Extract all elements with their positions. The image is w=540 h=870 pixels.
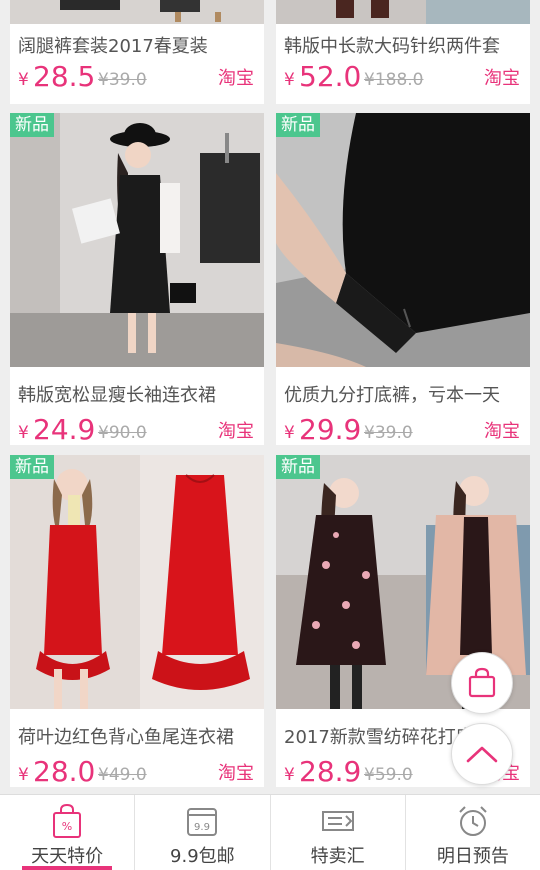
product-card[interactable]: 新品 荷叶边红色背心鱼尾连衣裙 ¥ 28.0 ¥49.0 淘宝 — [10, 455, 264, 789]
tab-flash-sale[interactable]: 特卖汇 — [271, 795, 406, 870]
bottom-tab-bar: % 天天特价 9.9 9.9包邮 特卖汇 明日预告 — [0, 794, 540, 870]
original-price: ¥39.0 — [364, 423, 413, 443]
new-badge: 新品 — [276, 113, 320, 137]
price-row: ¥ 28.5 ¥39.0 淘宝 — [18, 60, 258, 94]
product-image[interactable]: 新品 — [10, 455, 264, 709]
tab-label: 特卖汇 — [310, 846, 365, 867]
price: 52.0 — [299, 60, 362, 93]
original-price: ¥188.0 — [364, 70, 424, 90]
product-image[interactable]: 新品 — [10, 113, 264, 367]
price-row: ¥ 28.0 ¥49.0 淘宝 — [18, 755, 258, 789]
original-price: ¥59.0 — [364, 765, 413, 785]
price-row: ¥ 52.0 ¥188.0 淘宝 — [284, 60, 524, 94]
product-title[interactable]: 阔腿裤套装2017春夏装 — [18, 32, 258, 58]
app-screen: 阔腿裤套装2017春夏装 ¥ 28.5 ¥39.0 淘宝 韩版中长款大码针织两件… — [0, 0, 540, 870]
tab-label: 天天特价 — [31, 846, 104, 867]
price-row: ¥ 24.9 ¥90.0 淘宝 — [18, 413, 258, 447]
currency-symbol: ¥ — [284, 70, 295, 90]
product-title[interactable]: 韩版宽松显瘦长袖连衣裙 — [18, 381, 258, 407]
price: 28.5 — [33, 60, 96, 93]
chevron-up-icon — [466, 746, 498, 763]
tab-label: 9.9包邮 — [170, 846, 235, 867]
percent-bag-icon: % — [53, 803, 82, 838]
product-card[interactable]: 韩版中长款大码针织两件套 ¥ 52.0 ¥188.0 淘宝 — [276, 0, 530, 104]
product-image[interactable]: 新品 — [276, 113, 530, 367]
cart-float-button[interactable] — [451, 652, 513, 714]
price: 24.9 — [33, 413, 96, 446]
active-tab-indicator — [22, 866, 113, 870]
tab-daily-deals[interactable]: % 天天特价 — [0, 795, 136, 870]
source-label: 淘宝 — [484, 68, 520, 89]
original-price: ¥39.0 — [98, 70, 147, 90]
tab-tomorrow-preview[interactable]: 明日预告 — [406, 795, 540, 870]
source-label: 淘宝 — [218, 421, 254, 442]
price-row: ¥ 29.9 ¥39.0 淘宝 — [284, 413, 524, 447]
currency-symbol: ¥ — [284, 765, 295, 785]
product-card[interactable]: 新品 韩版宽松显瘦长袖连衣裙 ¥ 24.9 ¥90.0 淘宝 — [10, 113, 264, 447]
price: 29.9 — [299, 413, 362, 446]
tab-label: 明日预告 — [436, 846, 509, 867]
source-label: 淘宝 — [484, 421, 520, 442]
currency-symbol: ¥ — [284, 423, 295, 443]
ticket-icon — [321, 811, 354, 831]
box-9-9-icon: 9.9 — [187, 808, 218, 836]
new-badge: 新品 — [10, 455, 54, 479]
product-image[interactable] — [10, 0, 264, 24]
currency-symbol: ¥ — [18, 765, 29, 785]
price: 28.9 — [299, 755, 362, 788]
original-price: ¥90.0 — [98, 423, 147, 443]
new-badge: 新品 — [276, 455, 320, 479]
shopping-bag-icon — [468, 667, 496, 698]
original-price: ¥49.0 — [98, 765, 147, 785]
source-label: 淘宝 — [218, 68, 254, 89]
tab-9-9-free-shipping[interactable]: 9.9 9.9包邮 — [135, 795, 271, 870]
currency-symbol: ¥ — [18, 423, 29, 443]
product-title[interactable]: 韩版中长款大码针织两件套 — [284, 32, 524, 58]
product-card[interactable]: 阔腿裤套装2017春夏装 ¥ 28.5 ¥39.0 淘宝 — [10, 0, 264, 104]
source-label: 淘宝 — [218, 763, 254, 784]
currency-symbol: ¥ — [18, 70, 29, 90]
product-card[interactable]: 新品 优质九分打底裤，亏本一天 ¥ 29.9 ¥39.0 淘宝 — [276, 113, 530, 447]
product-image[interactable] — [276, 0, 530, 24]
product-title[interactable]: 优质九分打底裤，亏本一天 — [284, 381, 524, 407]
price: 28.0 — [33, 755, 96, 788]
new-badge: 新品 — [10, 113, 54, 137]
product-title[interactable]: 荷叶边红色背心鱼尾连衣裙 — [18, 723, 258, 749]
back-to-top-button[interactable] — [451, 723, 513, 785]
svg-text:%: % — [62, 820, 72, 833]
alarm-clock-icon — [459, 806, 487, 836]
box-icon-text: 9.9 — [194, 822, 210, 833]
